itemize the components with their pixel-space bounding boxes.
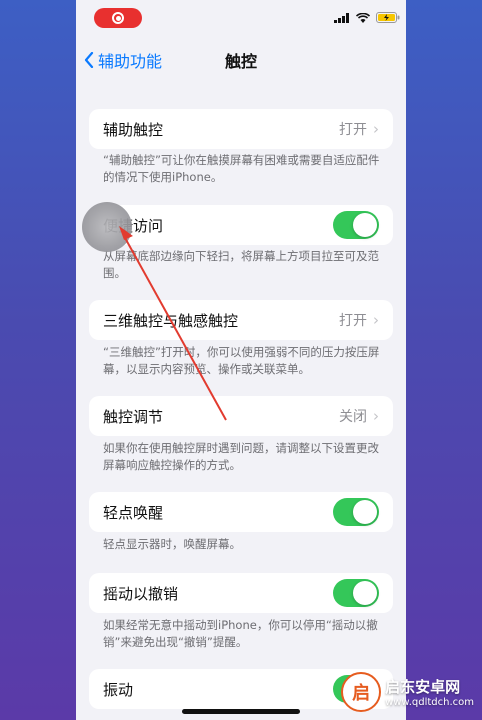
chevron-right-icon: › (373, 120, 379, 138)
row-tap-to-wake: 轻点唤醒 (89, 492, 393, 532)
watermark: 启 启东安卓网 www.qdltdch.com (341, 672, 474, 712)
row-label: 摇动以撤销 (103, 584, 179, 603)
status-icons (334, 12, 400, 23)
row-value: 打开 (339, 122, 367, 138)
chevron-right-icon: › (373, 311, 379, 329)
touch-indicator (82, 202, 132, 252)
signal-icon (334, 12, 349, 23)
row-label: 振动 (103, 680, 134, 699)
reachability-toggle[interactable] (333, 211, 379, 239)
navigation-bar: 辅助功能 触控 (76, 44, 406, 74)
row-footnote: 如果你在使用触控屏时遇到问题，请调整以下设置更改屏幕响应触控操作的方式。 (103, 441, 379, 472)
page-title: 触控 (224, 52, 257, 71)
row-touch-accommodations[interactable]: 触控调节 关闭 › (89, 396, 393, 436)
row-shake-to-undo: 摇动以撤销 (89, 573, 393, 613)
record-icon (112, 12, 124, 24)
tap-to-wake-toggle[interactable] (333, 498, 379, 526)
row-assistive-touch[interactable]: 辅助触控 打开 › (89, 109, 393, 149)
phone-screen: 辅助功能 触控 辅助触控 打开 › “辅助触控”可让你在触摸屏幕有困难或需要自适… (76, 0, 406, 720)
watermark-logo-icon: 启 (341, 672, 382, 712)
row-label: 触控调节 (103, 407, 164, 426)
status-bar (76, 0, 406, 36)
chevron-right-icon: › (373, 407, 379, 425)
row-value: 关闭 (339, 409, 367, 425)
row-footnote: 如果经常无意中摇动到iPhone，你可以停用“摇动以撤销”来避免出现“撤销”提醒… (103, 618, 378, 649)
wifi-icon (356, 12, 370, 23)
row-footnote: “辅助触控”可让你在触摸屏幕有困难或需要自适应配件的情况下使用iPhone。 (103, 153, 380, 184)
row-label: 轻点唤醒 (103, 503, 164, 522)
row-label: 辅助触控 (103, 120, 164, 139)
row-3d-touch[interactable]: 三维触控与触感触控 打开 › (89, 300, 393, 340)
watermark-url: www.qdltdch.com (385, 697, 474, 708)
row-label: 便捷访问 (103, 216, 164, 235)
screen-recording-indicator[interactable] (94, 8, 142, 28)
row-value: 打开 (339, 313, 367, 329)
battery-charging-icon (376, 12, 400, 23)
row-label: 三维触控与触感触控 (103, 311, 239, 330)
shake-to-undo-toggle[interactable] (333, 579, 379, 607)
row-footnote: 从屏幕底部边缘向下轻扫，将屏幕上方项目拉至可及范围。 (103, 249, 379, 280)
watermark-name: 启东安卓网 (385, 678, 461, 696)
home-indicator[interactable] (182, 709, 300, 714)
row-footnote: 轻点显示器时，唤醒屏幕。 (103, 537, 241, 551)
row-footnote: “三维触控”打开时，你可以使用强弱不同的压力按压屏幕，以显示内容预览、操作或关联… (103, 345, 380, 376)
row-reachability: 便捷访问 (89, 205, 393, 245)
